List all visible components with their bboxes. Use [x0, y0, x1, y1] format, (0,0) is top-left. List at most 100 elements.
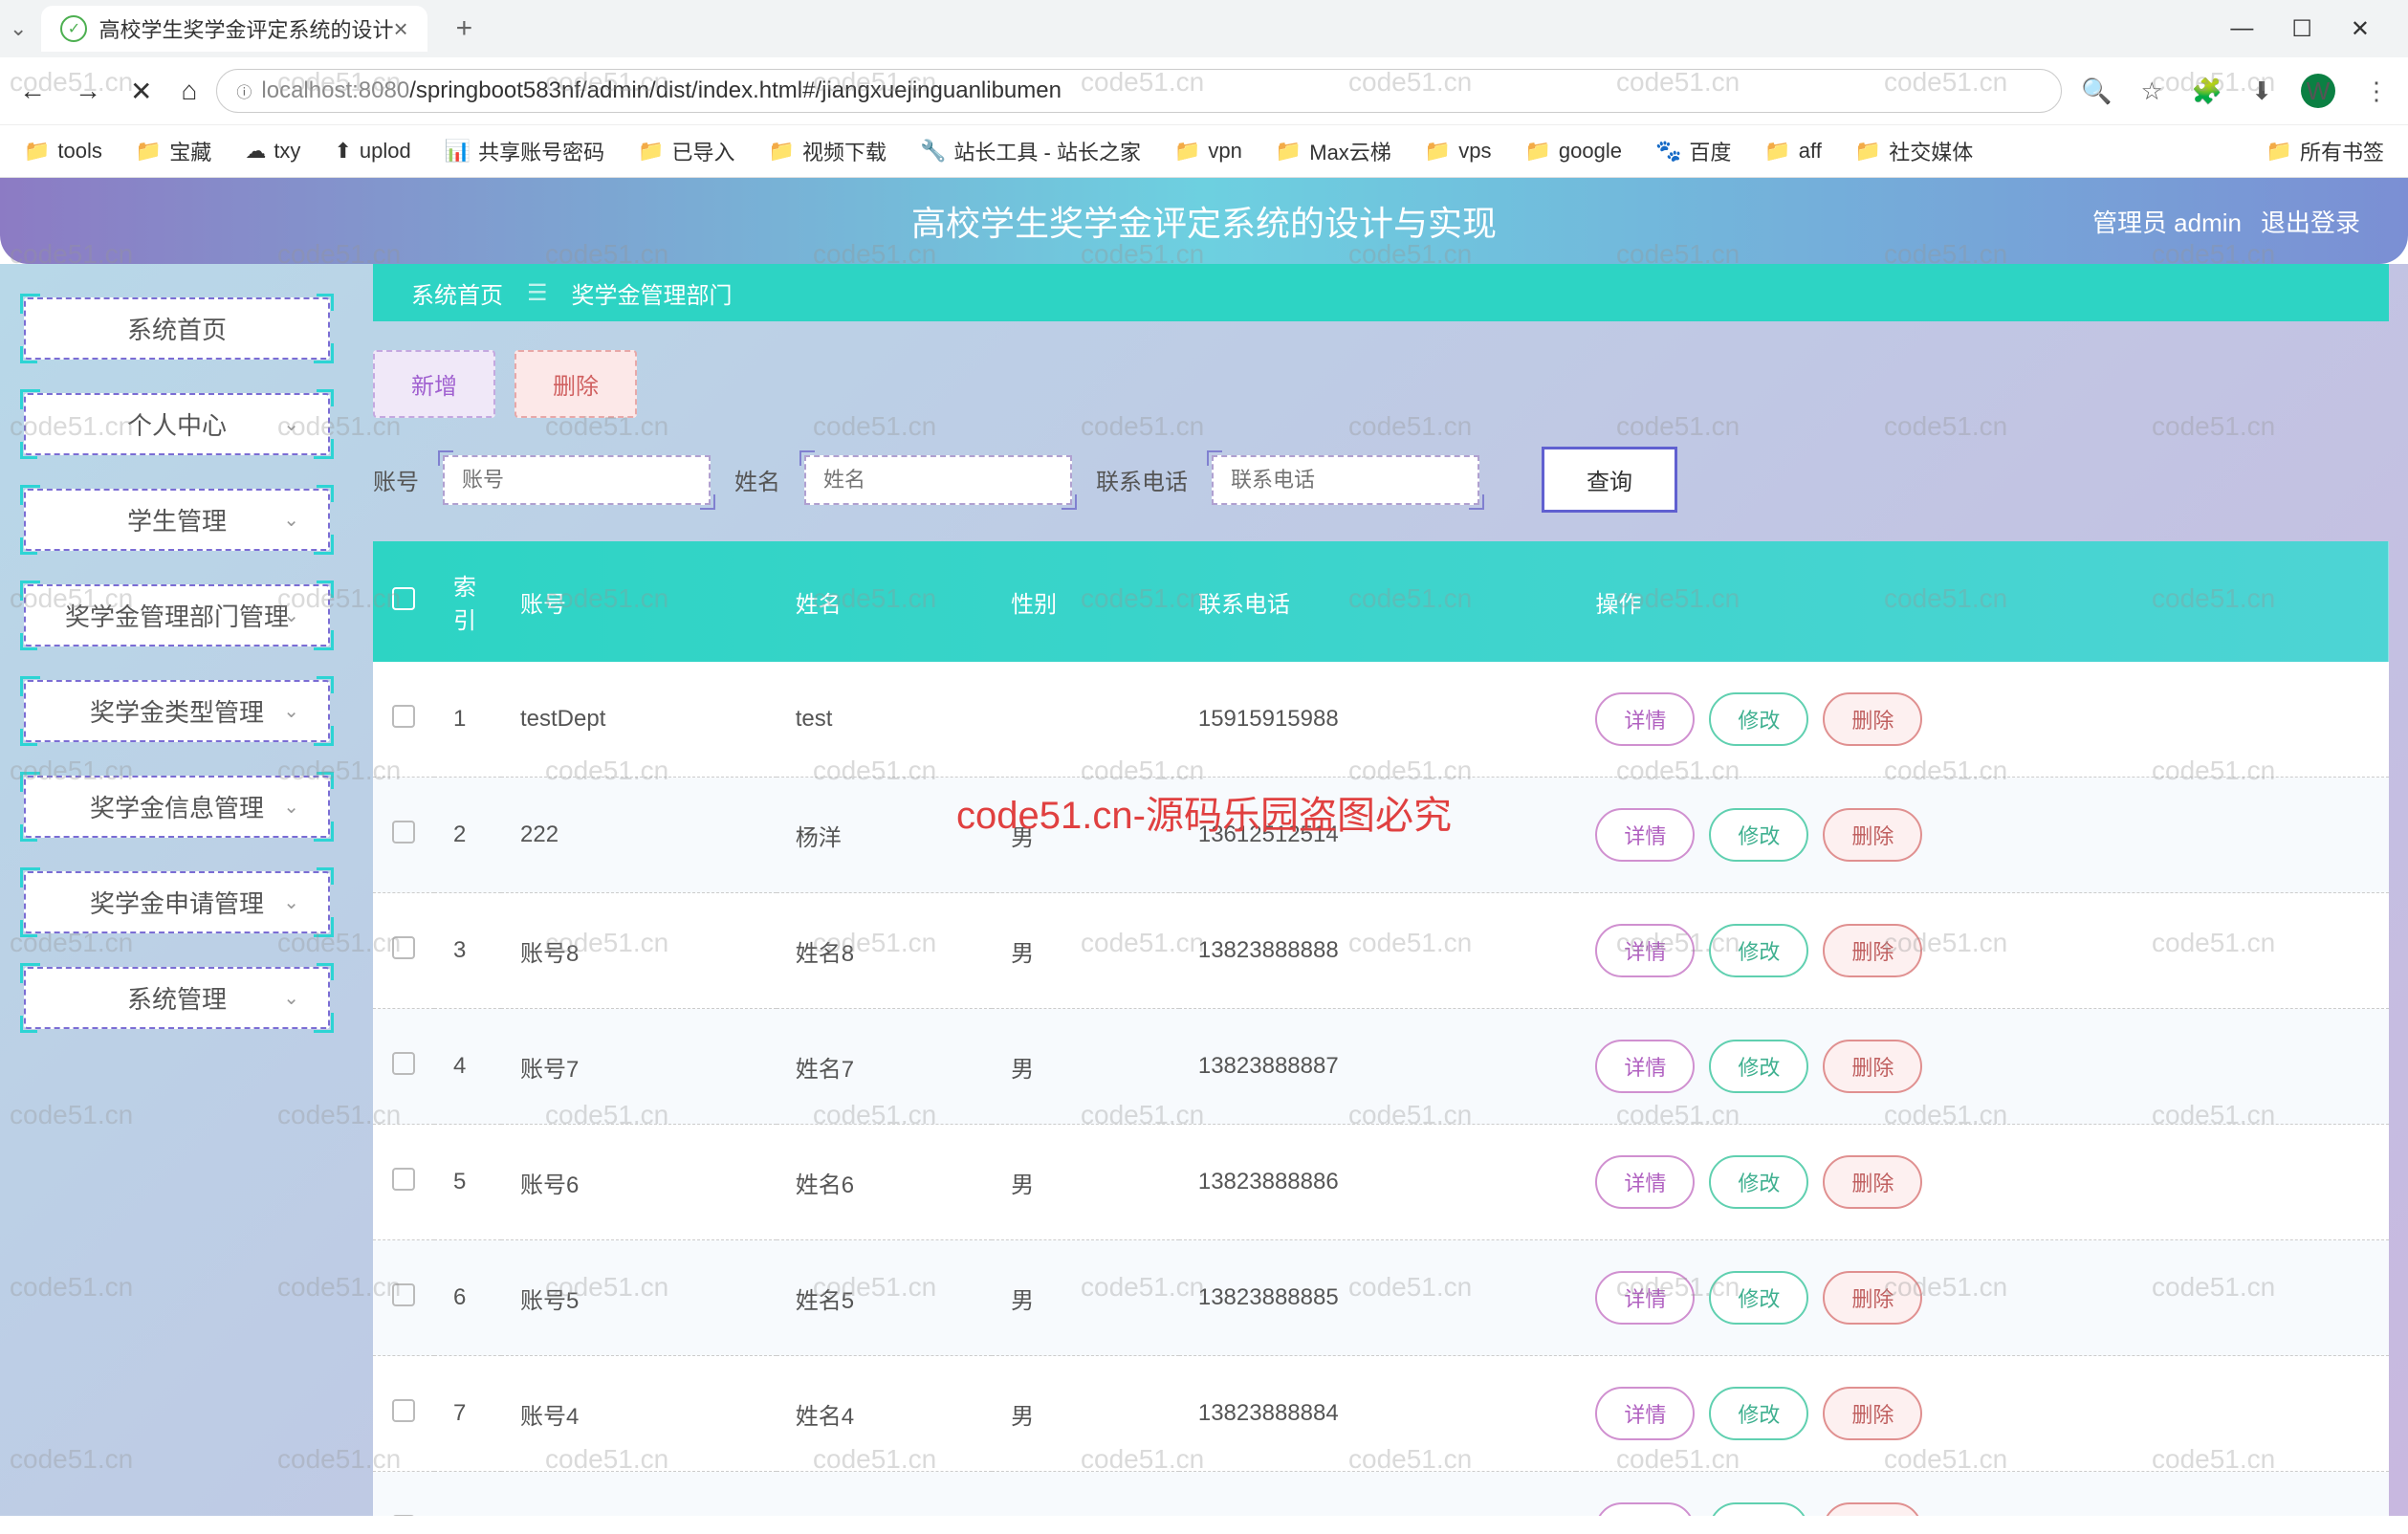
row-phone: 13823888885: [1179, 1240, 1576, 1356]
avatar[interactable]: W: [2301, 74, 2335, 108]
row-delete-button[interactable]: 删除: [1823, 1387, 1922, 1440]
sidebar-item[interactable]: 系统首页: [24, 297, 330, 360]
edit-button[interactable]: 修改: [1709, 1155, 1808, 1209]
row-checkbox[interactable]: [373, 1356, 434, 1472]
close-window-icon[interactable]: ✕: [2351, 15, 2370, 43]
row-delete-button[interactable]: 删除: [1823, 1040, 1922, 1093]
sidebar-item[interactable]: 奖学金信息管理⌄: [24, 776, 330, 838]
sidebar-item-label: 系统管理: [127, 980, 227, 1016]
bookmark-item[interactable]: 📁宝藏: [136, 136, 211, 166]
sidebar-item[interactable]: 系统管理⌄: [24, 967, 330, 1029]
row-delete-button[interactable]: 删除: [1823, 924, 1922, 977]
bookmark-item[interactable]: ☁txy: [245, 139, 300, 164]
bookmark-item[interactable]: 📁google: [1524, 139, 1621, 164]
bookmark-item[interactable]: 📁视频下载: [769, 136, 887, 166]
detail-button[interactable]: 详情: [1595, 1271, 1695, 1325]
sidebar-item-label: 奖学金类型管理: [90, 693, 264, 729]
bookmark-item[interactable]: 📁社交媒体: [1855, 136, 1973, 166]
row-index: 8: [434, 1472, 501, 1517]
row-checkbox[interactable]: [373, 1472, 434, 1517]
row-delete-button[interactable]: 删除: [1823, 1271, 1922, 1325]
bookmark-item[interactable]: 🔧站长工具 - 站长之家: [920, 136, 1141, 166]
download-icon[interactable]: ⬇: [2251, 77, 2272, 106]
star-icon[interactable]: ☆: [2141, 77, 2163, 106]
edit-button[interactable]: 修改: [1709, 924, 1808, 977]
menu-icon[interactable]: ⋮: [2364, 77, 2389, 106]
sidebar-item[interactable]: 奖学金管理部门管理⌄: [24, 584, 330, 646]
table-row: 8 账号3 姓名3 男 13823888883 详情 修改 删除: [373, 1472, 2389, 1517]
row-gender: 男: [992, 1009, 1179, 1125]
url-input[interactable]: ⓘ localhost:8080/springboot583nf/admin/d…: [216, 69, 2062, 113]
bookmark-label: 共享账号密码: [478, 136, 604, 166]
row-checkbox[interactable]: [373, 893, 434, 1009]
home-icon[interactable]: ⌂: [181, 76, 197, 106]
search-input[interactable]: [1212, 455, 1479, 505]
header-account: 账号: [501, 541, 777, 662]
stop-icon[interactable]: ✕: [130, 76, 152, 107]
row-gender: 男: [992, 778, 1179, 893]
bookmark-item[interactable]: 📁aff: [1764, 139, 1821, 164]
new-tab-button[interactable]: +: [456, 12, 473, 45]
bookmark-item[interactable]: 📁已导入: [638, 136, 734, 166]
bookmark-item[interactable]: 🐾百度: [1655, 136, 1731, 166]
row-delete-button[interactable]: 删除: [1823, 1502, 1922, 1516]
header-index: 索引: [434, 541, 501, 662]
sidebar-item[interactable]: 奖学金申请管理⌄: [24, 871, 330, 933]
close-icon[interactable]: ×: [393, 14, 407, 44]
detail-button[interactable]: 详情: [1595, 1155, 1695, 1209]
maximize-icon[interactable]: ☐: [2291, 15, 2312, 43]
row-delete-button[interactable]: 删除: [1823, 692, 1922, 746]
edit-button[interactable]: 修改: [1709, 1040, 1808, 1093]
chevron-down-icon: ⌄: [283, 603, 299, 627]
bookmark-item[interactable]: 📁vpn: [1174, 139, 1242, 164]
detail-button[interactable]: 详情: [1595, 924, 1695, 977]
delete-button[interactable]: 删除: [514, 350, 637, 418]
forward-icon[interactable]: →: [75, 76, 101, 106]
breadcrumb-home[interactable]: 系统首页: [411, 276, 503, 310]
detail-button[interactable]: 详情: [1595, 1387, 1695, 1440]
chevron-down-icon[interactable]: ⌄: [10, 16, 27, 41]
logout-link[interactable]: 退出登录: [2261, 204, 2360, 239]
row-checkbox[interactable]: [373, 778, 434, 893]
detail-button[interactable]: 详情: [1595, 1502, 1695, 1516]
header-checkbox[interactable]: [373, 541, 434, 662]
row-checkbox[interactable]: [373, 1009, 434, 1125]
edit-button[interactable]: 修改: [1709, 1387, 1808, 1440]
bookmark-item[interactable]: ⬆uplod: [334, 139, 410, 164]
edit-button[interactable]: 修改: [1709, 1271, 1808, 1325]
bookmark-item[interactable]: 📁Max云梯: [1276, 136, 1391, 166]
breadcrumb-current: 奖学金管理部门: [572, 276, 733, 310]
bookmark-item[interactable]: 📊共享账号密码: [445, 136, 604, 166]
sidebar-item[interactable]: 奖学金类型管理⌄: [24, 680, 330, 742]
edit-button[interactable]: 修改: [1709, 692, 1808, 746]
row-checkbox[interactable]: [373, 662, 434, 778]
bookmark-item[interactable]: 📁vps: [1425, 139, 1492, 164]
bookmark-icon: 📁: [1425, 139, 1451, 164]
back-icon[interactable]: ←: [19, 76, 46, 106]
search-input[interactable]: [443, 455, 711, 505]
detail-button[interactable]: 详情: [1595, 808, 1695, 862]
extensions-icon[interactable]: 🧩: [2192, 77, 2222, 106]
bookmark-item[interactable]: 📁tools: [24, 139, 102, 164]
row-checkbox[interactable]: [373, 1125, 434, 1240]
search-icon[interactable]: 🔍: [2081, 77, 2112, 106]
sidebar-item[interactable]: 学生管理⌄: [24, 489, 330, 551]
minimize-icon[interactable]: —: [2230, 15, 2253, 43]
row-checkbox[interactable]: [373, 1240, 434, 1356]
browser-tab[interactable]: ✓ 高校学生奖学金评定系统的设计 ×: [41, 6, 427, 52]
detail-button[interactable]: 详情: [1595, 1040, 1695, 1093]
sidebar-item[interactable]: 个人中心⌄: [24, 393, 330, 455]
info-icon[interactable]: ⓘ: [236, 79, 252, 102]
row-delete-button[interactable]: 删除: [1823, 1155, 1922, 1209]
edit-button[interactable]: 修改: [1709, 1502, 1808, 1516]
detail-button[interactable]: 详情: [1595, 692, 1695, 746]
row-delete-button[interactable]: 删除: [1823, 808, 1922, 862]
all-bookmarks[interactable]: 📁 所有书签: [2266, 136, 2384, 166]
edit-button[interactable]: 修改: [1709, 808, 1808, 862]
bookmark-label: google: [1559, 139, 1622, 164]
tab-bar: ⌄ ✓ 高校学生奖学金评定系统的设计 × + — ☐ ✕: [0, 0, 2408, 57]
query-button[interactable]: 查询: [1542, 447, 1677, 513]
search-input[interactable]: [804, 455, 1072, 505]
add-button[interactable]: 新增: [373, 350, 495, 418]
user-role: 管理员 admin: [2092, 204, 2242, 239]
